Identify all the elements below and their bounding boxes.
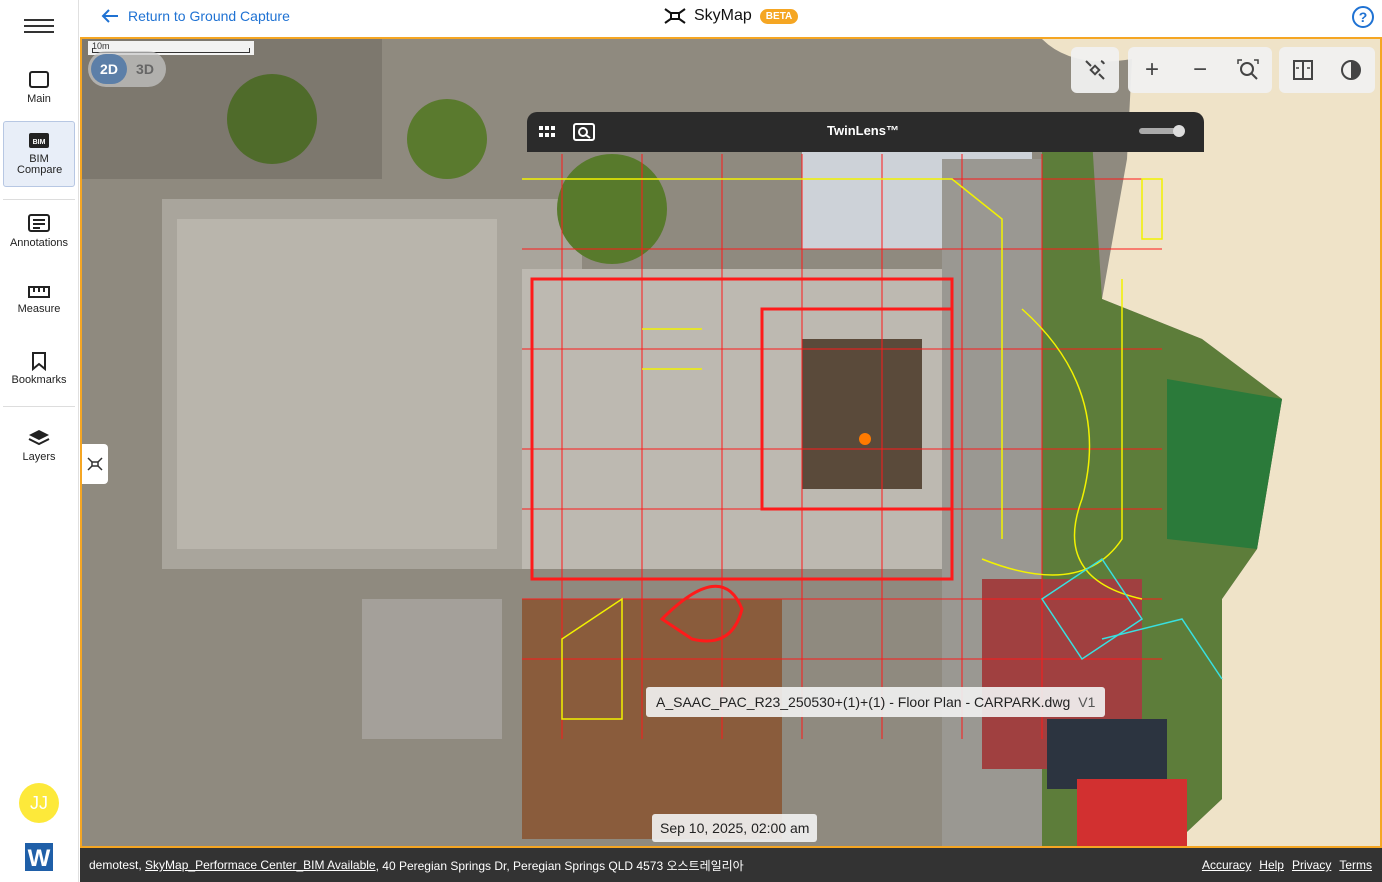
map-viewport[interactable]: 10m 2D 3D + − TwinLens™ A_SAAC_PAC_R23_2… <box>80 37 1382 848</box>
dimension-toggle[interactable]: 2D 3D <box>88 51 166 87</box>
ruler-icon <box>28 286 50 298</box>
contrast-button[interactable] <box>1327 47 1375 93</box>
split-view-button[interactable] <box>1279 47 1327 93</box>
annotations-icon <box>28 214 50 232</box>
svg-text:W: W <box>28 845 51 871</box>
sidebar-item-bim-compare[interactable]: BIM BIM Compare <box>3 121 75 187</box>
satellite-button[interactable] <box>1071 47 1119 93</box>
drone-icon <box>664 8 686 24</box>
drone-icon <box>87 457 103 471</box>
zoom-extent-button[interactable] <box>1224 47 1272 93</box>
drawing-name-label: A_SAAC_PAC_R23_250530+(1)+(1) - Floor Pl… <box>646 687 1106 717</box>
app-logo-icon: W <box>25 843 53 871</box>
footer-link-terms[interactable]: Terms <box>1339 858 1372 872</box>
footer-project-link[interactable]: SkyMap_Performace Center_BIM Available <box>145 858 376 872</box>
sidebar-item-label: Annotations <box>9 237 69 249</box>
twinlens-panel-header[interactable]: TwinLens™ <box>527 112 1204 152</box>
sidebar-item-main[interactable]: Main <box>3 70 75 112</box>
sidebar-item-label: Layers <box>22 451 56 463</box>
hamburger-menu-icon[interactable] <box>24 14 54 38</box>
sidebar-item-measure[interactable]: Measure <box>3 284 75 320</box>
footer-user: demotest, <box>89 858 142 872</box>
overlay-opacity-slider[interactable] <box>1139 125 1185 137</box>
sidebar-item-layers[interactable]: Layers <box>3 428 75 466</box>
drawing-file-name: A_SAAC_PAC_R23_250530+(1)+(1) - Floor Pl… <box>656 694 1071 710</box>
split-view-icon <box>1293 60 1313 80</box>
drone-capture-button[interactable] <box>82 444 108 484</box>
app-brand: SkyMap BETA <box>664 6 799 26</box>
plus-icon: + <box>1144 56 1159 83</box>
map-tools-zoom: + − <box>1128 47 1272 93</box>
zoom-out-button[interactable]: − <box>1176 47 1224 93</box>
lens-search-icon[interactable] <box>573 123 595 141</box>
sidebar-item-label: Main <box>27 93 51 105</box>
bim-icon: BIM <box>29 133 49 148</box>
zoom-in-button[interactable]: + <box>1128 47 1176 93</box>
toggle-2d-button[interactable]: 2D <box>91 54 127 84</box>
zoom-fit-icon <box>1237 59 1259 80</box>
map-tools-satellite <box>1071 47 1119 93</box>
bookmark-icon <box>32 352 46 371</box>
beta-badge: BETA <box>759 8 799 24</box>
top-bar: Return to Ground Capture SkyMap BETA ? <box>80 0 1382 37</box>
sidebar-divider <box>3 406 75 407</box>
sidebar-divider <box>3 199 75 200</box>
footer-bar: demotest, SkyMap_Performace Center_BIM A… <box>80 848 1382 882</box>
footer-address: , 40 Peregian Springs Dr, Peregian Sprin… <box>375 858 744 873</box>
svg-text:BIM: BIM <box>33 139 46 146</box>
app-name: SkyMap <box>694 7 752 24</box>
sidebar-item-bookmarks[interactable]: Bookmarks <box>3 351 75 389</box>
return-to-ground-capture-link[interactable]: Return to Ground Capture <box>100 8 290 24</box>
minus-icon: − <box>1192 56 1207 83</box>
capture-date-label[interactable]: Sep 10, 2025, 02:00 am <box>652 814 818 842</box>
left-sidebar: Main BIM BIM Compare Annotations Measure… <box>0 0 79 882</box>
layers-icon <box>28 430 50 446</box>
aerial-map-image <box>82 39 1282 846</box>
footer-link-privacy[interactable]: Privacy <box>1292 858 1331 872</box>
grid-apps-icon[interactable] <box>539 125 557 139</box>
sidebar-item-label: BIM Compare <box>17 153 63 176</box>
footer-links: Accuracy Help Privacy Terms <box>1202 858 1372 872</box>
footer-link-help[interactable]: Help <box>1259 858 1284 872</box>
help-icon[interactable]: ? <box>1352 6 1374 28</box>
contrast-icon <box>1341 60 1361 80</box>
footer-link-accuracy[interactable]: Accuracy <box>1202 858 1251 872</box>
avatar[interactable]: JJ <box>19 783 59 823</box>
arrow-left-icon <box>101 9 118 23</box>
satellite-icon <box>1085 60 1105 80</box>
sidebar-item-annotations[interactable]: Annotations <box>3 214 75 254</box>
drawing-version: V1 <box>1078 694 1096 710</box>
sidebar-item-label: Bookmarks <box>11 374 67 386</box>
square-icon <box>29 71 49 88</box>
sidebar-item-label: Measure <box>17 303 61 315</box>
twinlens-title: TwinLens™ <box>827 123 899 138</box>
map-tools-view <box>1279 47 1375 93</box>
toggle-3d-button[interactable]: 3D <box>127 54 163 84</box>
